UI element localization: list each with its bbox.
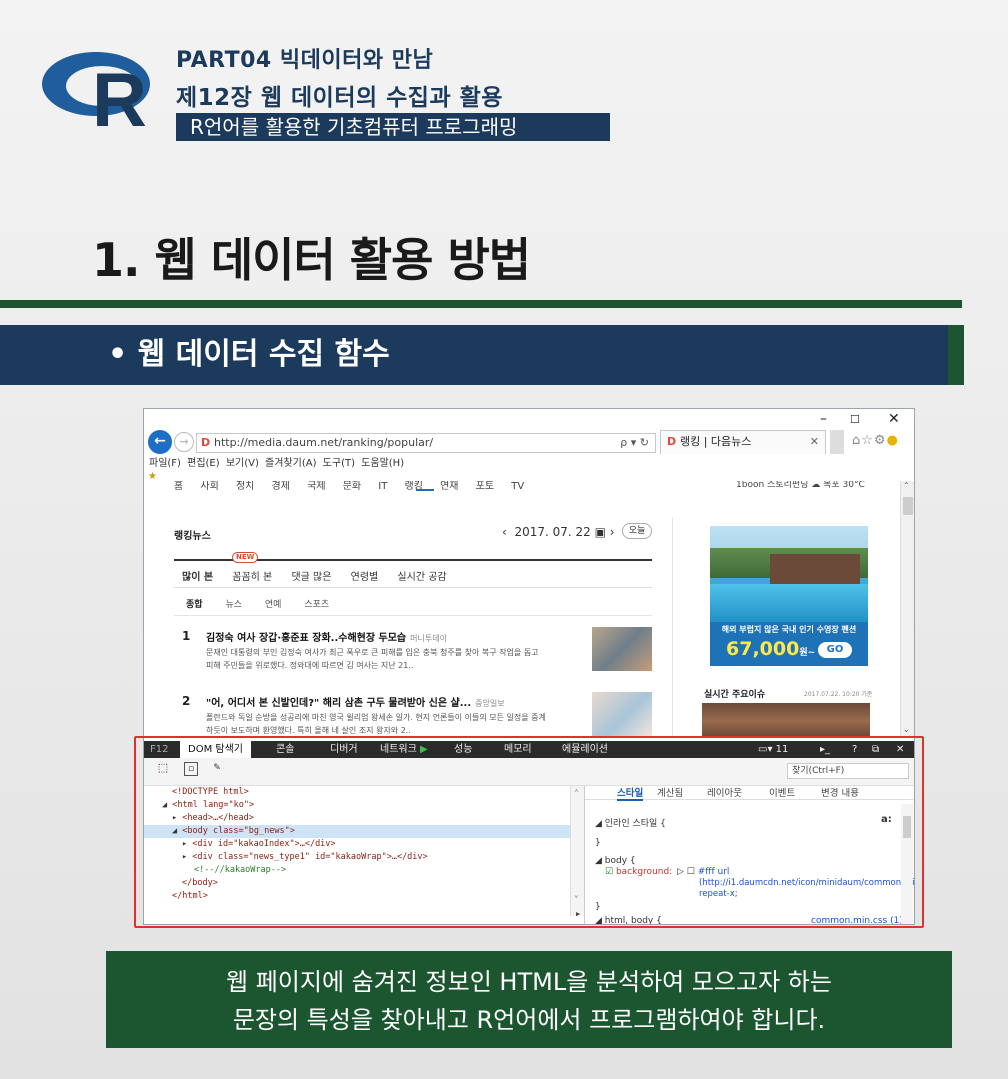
news-source: 머니투데이 [410, 634, 447, 643]
divider [0, 300, 962, 308]
url-input[interactable]: D http://media.daum.net/ranking/popular/… [196, 433, 656, 453]
subtab-all[interactable]: 종합 [186, 600, 203, 610]
r-logo: R [42, 52, 150, 134]
bullet-heading: • 웹 데이터 수집 함수 [0, 325, 948, 385]
home-star-gear-icons[interactable]: ⌂☆⚙● [852, 433, 899, 448]
news-rank: 1 [182, 629, 191, 643]
date-selector[interactable]: ‹ 2017. 07. 22 ▣ › [502, 525, 615, 539]
advertisement-banner[interactable]: 해외 부럽지 않은 국내 인기 수영장 펜션 67,000원~ GO [710, 526, 868, 666]
scrollbar-thumb[interactable] [903, 497, 913, 515]
back-icon[interactable]: ← [148, 430, 172, 454]
close-window-button[interactable]: ✕ [888, 411, 900, 427]
tab-age[interactable]: 연령별 [351, 572, 379, 583]
ad-go-button[interactable]: GO [818, 642, 852, 658]
search-refresh-icons[interactable]: ρ ▾ ↻ [620, 434, 649, 452]
tab-favicon: D [667, 435, 680, 448]
tabs-divider [174, 587, 652, 588]
news-rank: 2 [182, 694, 191, 708]
sub-tabs[interactable]: 종합 뉴스 연예 스포츠 [186, 597, 349, 610]
ranking-title: 랭킹뉴스 [174, 531, 211, 542]
category-nav[interactable]: 홈 사회 정치 경제 국제 문화 IT 랭킹 연재 포토 TV [174, 481, 524, 492]
active-nav-underline [416, 489, 434, 491]
url-text: http://media.daum.net/ranking/popular/ [213, 436, 434, 449]
bullet-accent [948, 325, 964, 385]
logo-letter: R [92, 58, 147, 134]
ad-pool [710, 584, 868, 624]
devtools-highlight-box [134, 736, 924, 928]
news-thumbnail[interactable] [592, 627, 652, 671]
new-tab-button[interactable] [830, 430, 844, 454]
tab-title: 랭킹 | 다음뉴스 [679, 435, 752, 448]
news-headline[interactable]: "어, 어디서 본 신발인데?" 해리 삼촌 구두 물려받아 신은 샬... 중앙… [206, 694, 505, 709]
caption-line: 문장의 특성을 찾아내고 R언어에서 프로그램하여야 합니다. [232, 1006, 826, 1034]
news-headline[interactable]: 김정숙 여사 장갑·홍준표 장화..수해현장 두모습 머니투데이 [206, 629, 447, 644]
course-title: R언어를 활용한 기초컴퓨터 프로그래밍 [176, 113, 610, 141]
tab-most-viewed[interactable]: 많이 본 [182, 572, 213, 583]
tab-carefully-viewed[interactable]: 꼼꼼히 본 [232, 572, 272, 583]
subtabs-divider [174, 615, 652, 616]
column-divider [672, 517, 673, 737]
subtab-entertainment[interactable]: 연예 [265, 600, 282, 610]
address-bar-row: ← → D http://media.daum.net/ranking/popu… [144, 427, 914, 457]
subtab-news[interactable]: 뉴스 [225, 600, 242, 610]
maximize-button[interactable]: ☐ [850, 413, 860, 426]
part-title: PART04 빅데이터와 만남 [176, 48, 434, 73]
scroll-down-icon[interactable]: ⌄ [903, 725, 910, 734]
chapter-title: 제12장 웹 데이터의 수집과 활용 [176, 85, 503, 111]
ad-text: 해외 부럽지 않은 국내 인기 수영장 펜션 [721, 625, 857, 634]
site-favicon: D [201, 436, 214, 449]
subtab-sports[interactable]: 스포츠 [304, 600, 329, 610]
today-button[interactable]: 오늘 [622, 523, 652, 539]
realtime-issue-title: 실시간 주요이슈 [704, 690, 766, 700]
caption-line: 웹 페이지에 숨겨진 정보인 HTML을 분석하여 모으고자 하는 [226, 968, 832, 996]
section-title: 1. 웹 데이터 활용 방법 [92, 233, 531, 287]
date-text: 2017. 07. 22 [514, 525, 591, 539]
news-summary: 폴란드와 독일 순방을 성공리에 마친 영국 윌리엄 왕세손 일가. 현지 언론… [206, 713, 546, 735]
web-page: 홈 사회 정치 경제 국제 문화 IT 랭킹 연재 포토 TV 1boon 스토… [144, 481, 900, 738]
tab-close-icon[interactable]: ✕ [810, 431, 819, 453]
page-scrollbar[interactable]: ⌃ ⌄ [900, 481, 914, 738]
forward-icon[interactable]: → [174, 432, 194, 452]
ad-house [770, 554, 860, 588]
issue-image[interactable] [702, 703, 870, 738]
realtime-issue-date: 2017.07.22. 10:20 기준 [804, 691, 873, 698]
top-right-links[interactable]: 1boon 스토리펀딩 ☁ 목포 30°C [736, 481, 865, 490]
news-thumbnail[interactable] [592, 692, 652, 736]
browser-tab[interactable]: D 랭킹 | 다음뉴스 ✕ [660, 430, 826, 454]
ranking-tabs[interactable]: 많이 본 꼼꼼히 본 댓글 많은 연령별 실시간 공감 [182, 568, 463, 583]
scroll-up-icon[interactable]: ⌃ [903, 481, 910, 490]
news-source: 중앙일보 [475, 699, 505, 708]
new-badge: NEW [232, 552, 259, 563]
tab-most-comments[interactable]: 댓글 많은 [291, 572, 331, 583]
tab-realtime[interactable]: 실시간 공감 [397, 572, 446, 583]
news-summary: 문재인 대통령의 부인 김정숙 여사가 최근 폭우로 큰 피해를 입은 충북 청… [206, 648, 539, 670]
menu-bar[interactable]: 파일(F) 편집(E) 보기(V) 즐겨찾기(A) 도구(T) 도움말(H) [144, 457, 914, 471]
minimize-button[interactable]: – [820, 411, 827, 427]
caption: 웹 페이지에 숨겨진 정보인 HTML을 분석하여 모으고자 하는 문장의 특성… [106, 951, 952, 1048]
ad-price: 67,000원~ [726, 638, 816, 660]
